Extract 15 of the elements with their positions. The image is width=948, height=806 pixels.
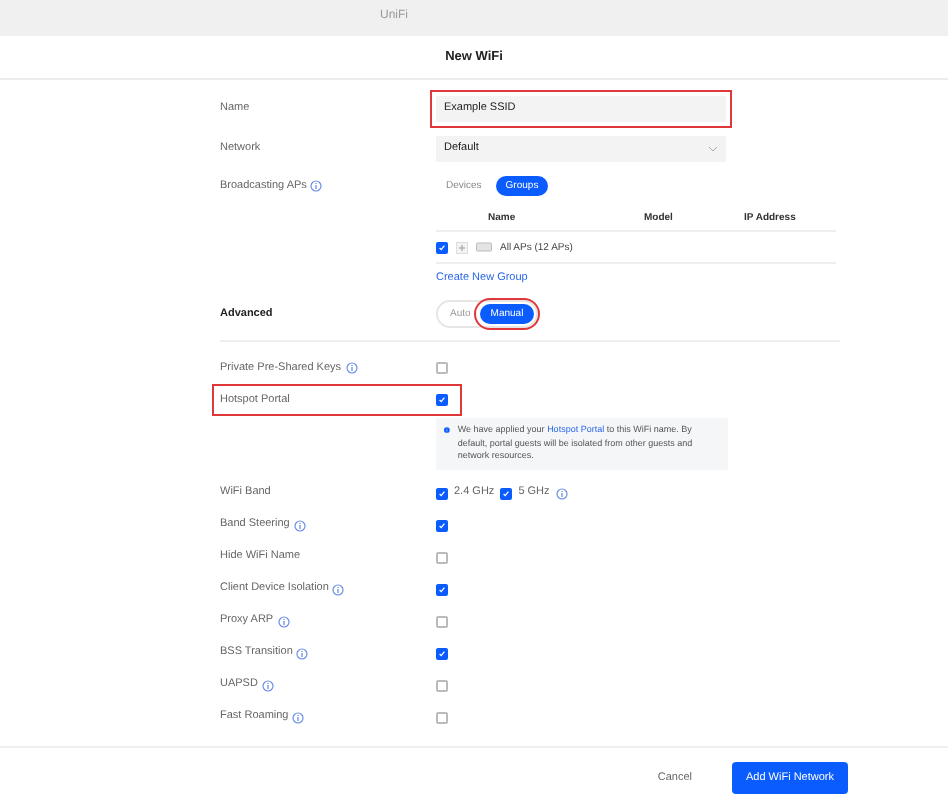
- checkbox[interactable]: [436, 583, 448, 596]
- checkbox[interactable]: [436, 362, 448, 374]
- checkbox[interactable]: [436, 711, 448, 724]
- checkbox[interactable]: [500, 487, 513, 500]
- info-icon: [444, 424, 450, 436]
- checkbox[interactable]: [436, 487, 448, 500]
- checkbox[interactable]: [436, 241, 448, 253]
- checkbox[interactable]: [436, 551, 448, 564]
- checkbox[interactable]: [436, 615, 448, 628]
- checkbox[interactable]: [436, 679, 448, 692]
- device-icon: [476, 242, 492, 252]
- checkbox[interactable]: [436, 394, 448, 406]
- checkbox[interactable]: [436, 647, 448, 660]
- chevron-down-icon: [708, 145, 718, 151]
- checkbox[interactable]: [436, 519, 448, 532]
